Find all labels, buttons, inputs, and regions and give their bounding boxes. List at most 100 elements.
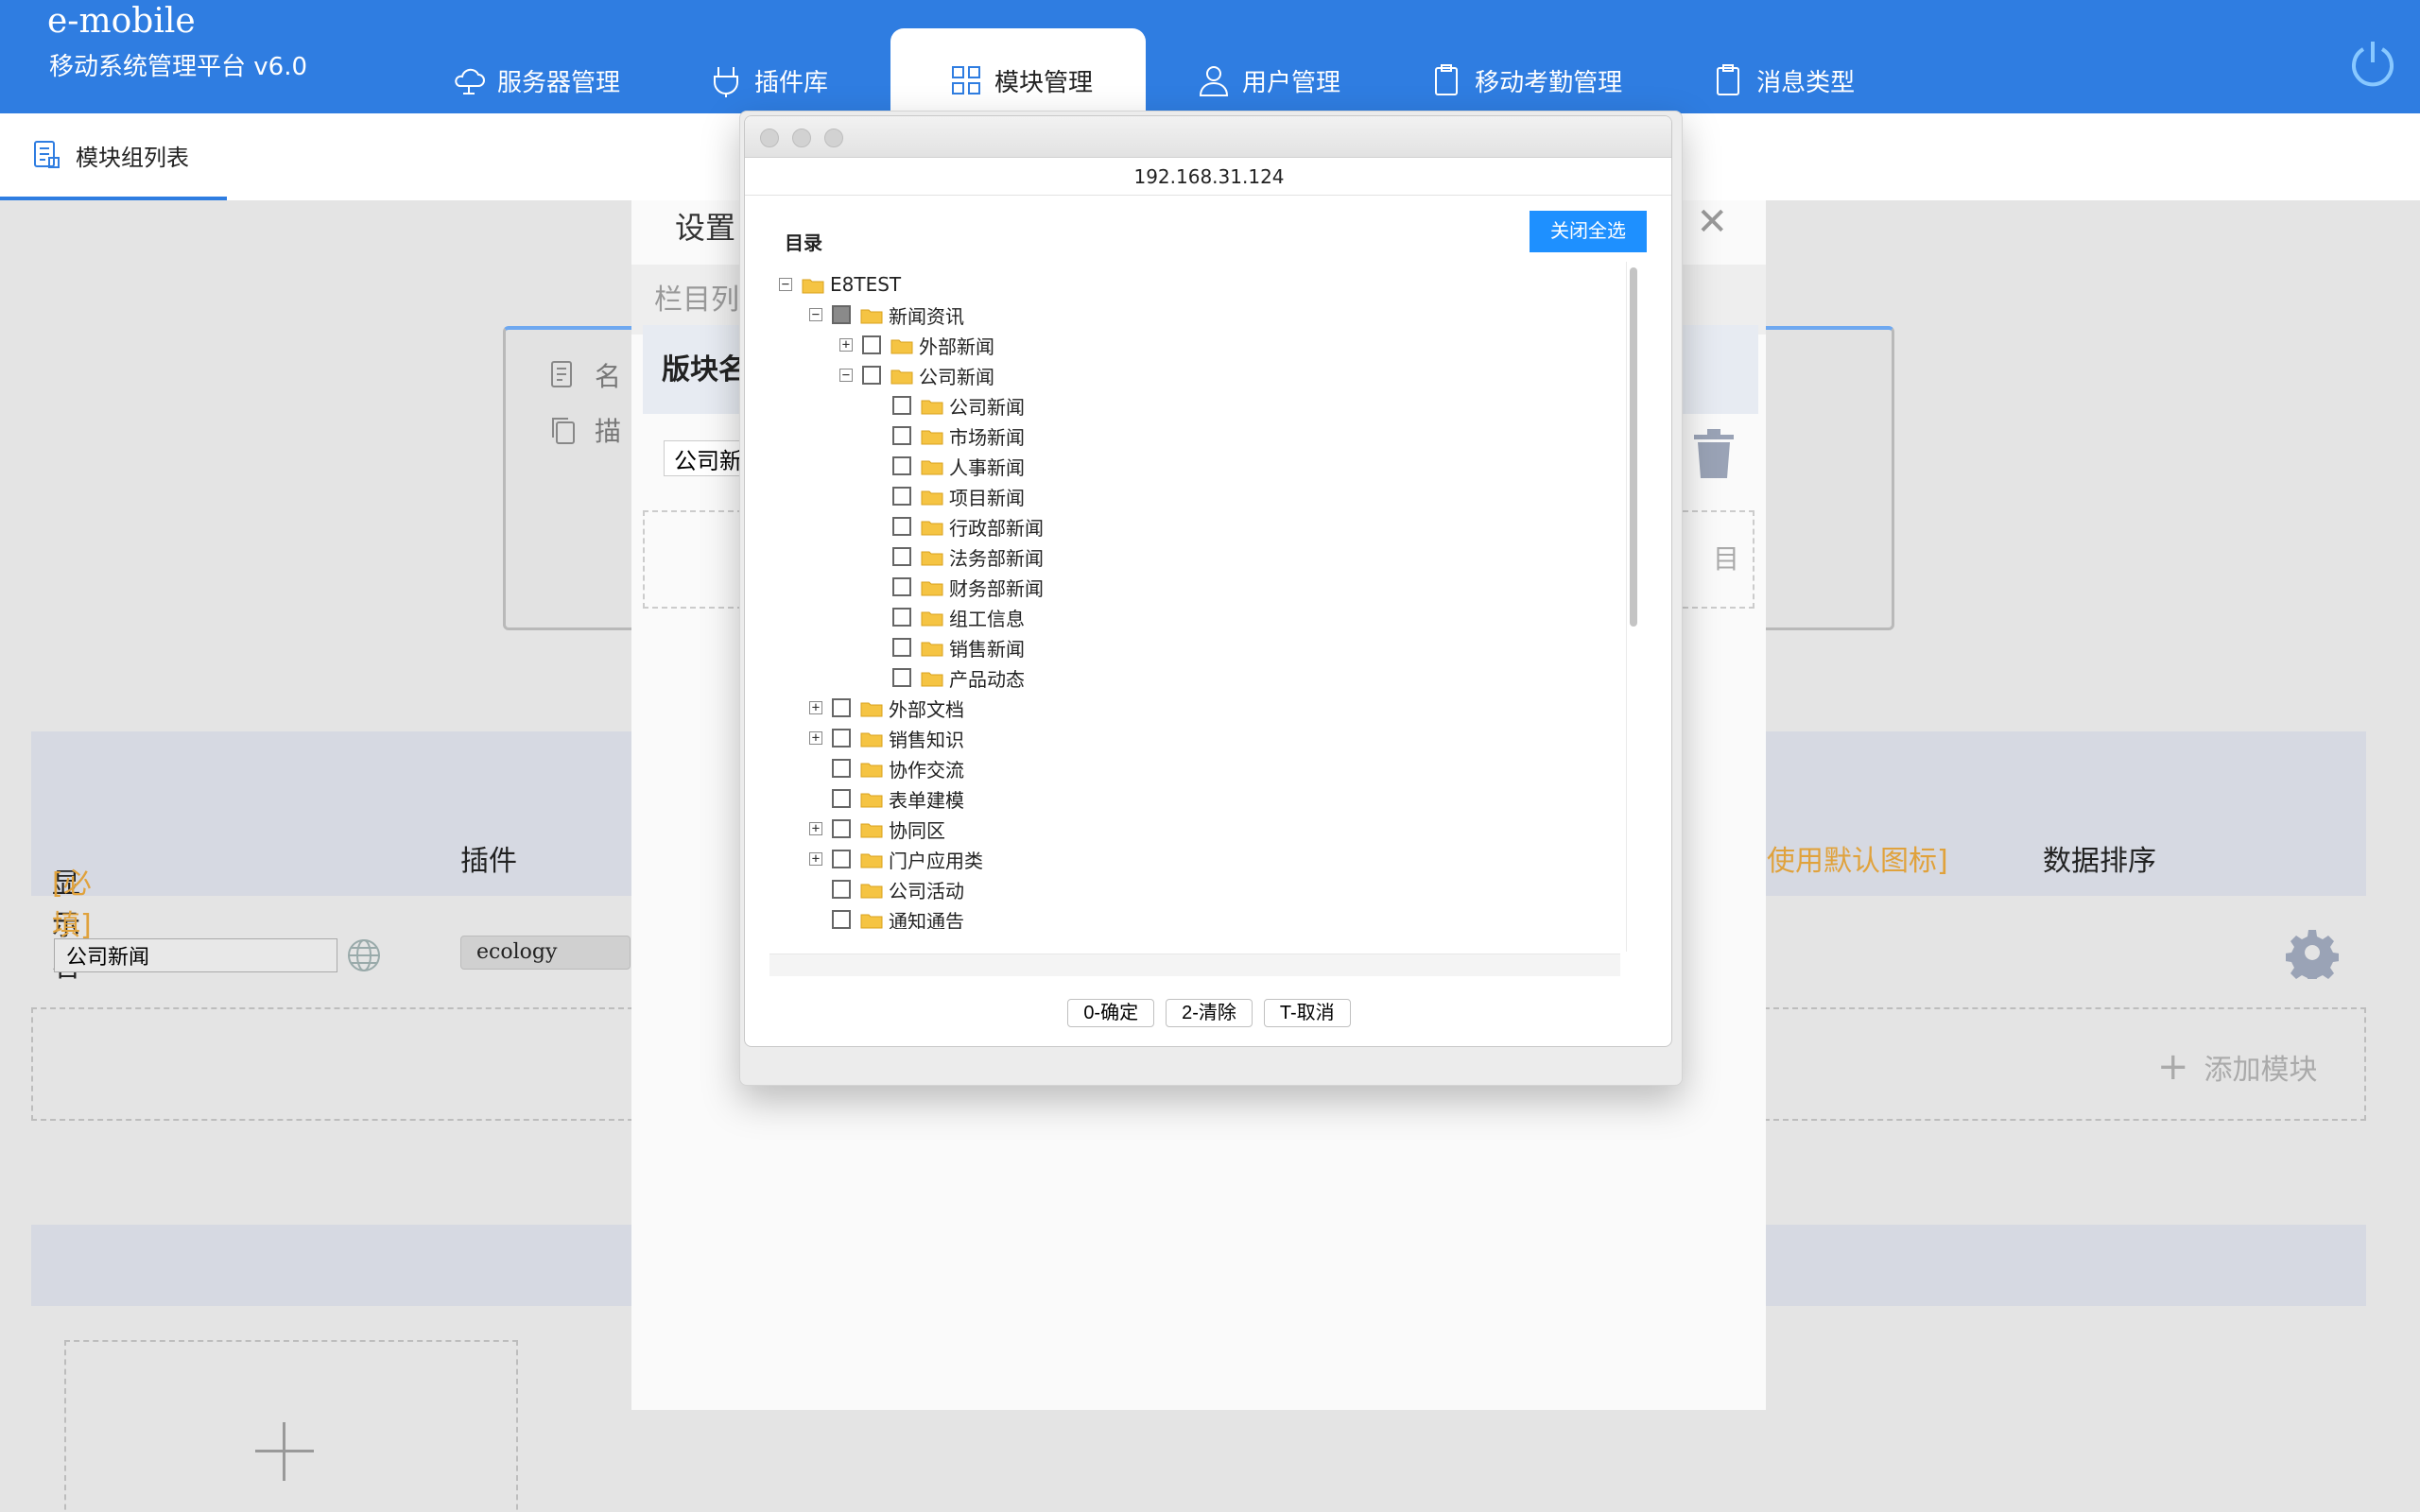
tree-checkbox[interactable] <box>892 577 911 596</box>
tree-node-label: 通知通告 <box>889 909 964 930</box>
folder-icon <box>921 427 943 445</box>
add-group-plus-icon[interactable] <box>255 1422 314 1481</box>
nav-mobile-attendance[interactable]: 移动考勤管理 <box>1403 28 1660 113</box>
expand-icon[interactable]: + <box>809 701 822 714</box>
window-zoom-button[interactable] <box>824 129 843 147</box>
tree-checkbox[interactable] <box>892 638 911 657</box>
tree-node[interactable]: 法务部新闻 <box>870 541 1044 572</box>
tree-checkbox[interactable] <box>892 426 911 445</box>
tree-node-label: 人事新闻 <box>949 455 1025 479</box>
tab-module-group-list[interactable]: 模块组列表 <box>0 113 227 200</box>
tree-checkbox[interactable] <box>892 487 911 506</box>
tree-node-label: E8TEST <box>830 273 902 296</box>
tree-node[interactable]: 人事新闻 <box>870 451 1025 481</box>
tree-node[interactable]: 行政部新闻 <box>870 511 1044 541</box>
nav-user-management[interactable]: 用户管理 <box>1170 28 1378 113</box>
folder-icon <box>860 820 883 838</box>
tree-node-label: 协同区 <box>889 818 945 842</box>
tree-checkbox[interactable] <box>892 456 911 475</box>
tree-checkbox[interactable] <box>832 850 851 868</box>
tree-checkbox[interactable] <box>892 517 911 536</box>
tree-node[interactable]: 产品动态 <box>870 662 1025 693</box>
tree-node[interactable]: 表单建模 <box>809 783 964 814</box>
tree-node-label: 门户应用类 <box>889 849 983 872</box>
gear-icon[interactable] <box>2285 926 2340 985</box>
tree-checkbox[interactable] <box>832 759 851 778</box>
tree-node[interactable]: + 外部新闻 <box>839 330 994 360</box>
tree-node[interactable]: − 公司新闻 <box>839 360 994 390</box>
scrollbar-thumb[interactable] <box>1630 267 1637 627</box>
tree-node[interactable]: + 销售知识 <box>809 723 964 753</box>
folder-icon <box>890 336 913 354</box>
close-all-button[interactable]: 关闭全选 <box>1530 211 1647 252</box>
tree-checkbox[interactable] <box>832 819 851 838</box>
tree-node[interactable]: + 外部文档 <box>809 693 964 723</box>
nav-label: 移动考勤管理 <box>1475 68 1623 97</box>
close-icon[interactable]: ✕ <box>1696 200 1728 244</box>
nav-label: 用户管理 <box>1242 68 1341 97</box>
tree-node-label: 公司新闻 <box>919 365 994 388</box>
tree-node[interactable]: 公司新闻 <box>870 390 1025 421</box>
card-desc-row: 描 <box>547 411 621 449</box>
collapse-icon[interactable]: − <box>779 278 792 291</box>
window-minimize-button[interactable] <box>792 129 811 147</box>
tree-node[interactable]: 通知通告 <box>809 904 964 929</box>
expand-icon[interactable]: + <box>839 338 853 352</box>
confirm-button[interactable]: 0-确定 <box>1067 999 1155 1027</box>
directory-tree: − E8TEST − 新闻资讯 + 外部新闻 − 公司新闻 公司新闻 市场新闻 人事新闻 项目新闻 行政… <box>769 258 1639 929</box>
settings-header-label: 版块名 <box>662 353 747 387</box>
tree-checkbox[interactable] <box>892 668 911 687</box>
expand-icon[interactable]: + <box>809 822 822 835</box>
tree-node-label: 销售知识 <box>889 728 964 751</box>
tree-node-label: 表单建模 <box>889 788 964 812</box>
collapse-icon[interactable]: − <box>809 308 822 321</box>
clear-button[interactable]: 2-清除 <box>1166 999 1253 1027</box>
tree-checkbox[interactable] <box>832 880 851 899</box>
modules-icon <box>952 66 981 94</box>
tree-node[interactable]: − E8TEST <box>779 269 901 300</box>
tree-checkbox[interactable] <box>862 366 881 385</box>
tree-checkbox[interactable] <box>832 729 851 747</box>
tree-checkbox[interactable] <box>862 335 881 354</box>
tree-node[interactable]: 公司活动 <box>809 874 964 904</box>
plugin-select[interactable]: ecology <box>460 936 631 970</box>
expand-icon[interactable]: + <box>809 852 822 866</box>
tree-checkbox[interactable] <box>892 396 911 415</box>
tree-node[interactable]: 项目新闻 <box>870 481 1025 511</box>
folder-icon <box>860 911 883 929</box>
horizontal-scrollbar[interactable] <box>769 954 1620 976</box>
tree-node[interactable]: 财务部新闻 <box>870 572 1044 602</box>
tree-checkbox[interactable] <box>832 305 851 324</box>
tree-checkbox[interactable] <box>892 547 911 566</box>
display-name-input[interactable] <box>54 938 337 972</box>
tree-node[interactable]: 协作交流 <box>809 753 964 783</box>
col-sort: 数据排序 <box>2043 845 2156 878</box>
power-icon[interactable] <box>2346 36 2399 89</box>
tree-node[interactable]: − 新闻资讯 <box>809 300 964 330</box>
folder-icon <box>860 850 883 868</box>
nav-module-management[interactable]: 模块管理 <box>890 28 1147 113</box>
tree-node[interactable]: + 协同区 <box>809 814 945 844</box>
tree-checkbox[interactable] <box>832 789 851 808</box>
tree-node[interactable]: 销售新闻 <box>870 632 1025 662</box>
nav-server-management[interactable]: 服务器管理 <box>425 28 658 113</box>
nav-plugin-library[interactable]: 插件库 <box>683 28 866 113</box>
tree-node[interactable]: + 门户应用类 <box>809 844 983 874</box>
folder-icon <box>921 518 943 536</box>
tree-checkbox[interactable] <box>892 608 911 627</box>
tree-checkbox[interactable] <box>832 698 851 717</box>
cancel-button[interactable]: T-取消 <box>1263 999 1351 1027</box>
tree-checkbox[interactable] <box>832 910 851 929</box>
folder-icon <box>921 457 943 475</box>
globe-icon[interactable] <box>345 936 383 974</box>
trash-icon[interactable] <box>1692 427 1736 480</box>
expand-icon[interactable]: + <box>809 731 822 745</box>
tree-node[interactable]: 市场新闻 <box>870 421 1025 451</box>
nav-message-type[interactable]: 消息类型 <box>1685 28 1893 113</box>
window-close-button[interactable] <box>760 129 779 147</box>
settings-add-label: 目 <box>1712 543 1739 575</box>
tree-node-label: 销售新闻 <box>949 637 1025 661</box>
add-module-button[interactable]: + 添加模块 <box>2157 1045 2318 1089</box>
tree-node[interactable]: 组工信息 <box>870 602 1025 632</box>
collapse-icon[interactable]: − <box>839 369 853 382</box>
